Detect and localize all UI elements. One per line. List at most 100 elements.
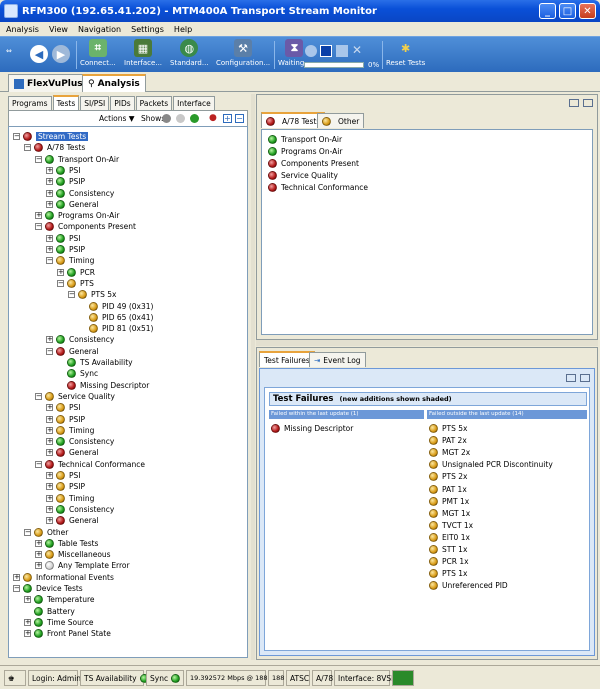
tree-node[interactable]: + Programs On-Air	[35, 210, 119, 221]
failures-restore-icon[interactable]	[566, 374, 576, 382]
expand-icon[interactable]: +	[46, 404, 53, 412]
expand-icon[interactable]: +	[46, 472, 53, 479]
expand-icon[interactable]: +	[35, 562, 42, 570]
tree-node[interactable]: − PTS	[57, 278, 94, 289]
tree-node[interactable]: + Timing	[46, 493, 94, 504]
tab-interface[interactable]: Interface	[173, 96, 215, 110]
tree-node[interactable]: + Temperature	[24, 594, 95, 605]
tab-tests[interactable]: Tests	[52, 95, 80, 110]
menu-settings[interactable]: Settings	[131, 25, 164, 34]
failure-item[interactable]: Unsignaled PCR Discontinuity	[429, 459, 553, 470]
tree-node[interactable]: − PTS 5x	[68, 289, 116, 300]
tree-node[interactable]: Missing Descriptor	[57, 380, 149, 391]
tree-node[interactable]: Battery	[24, 606, 75, 617]
expand-icon[interactable]: +	[24, 596, 31, 604]
tab-si-psi[interactable]: SI/PSI	[80, 96, 110, 110]
panel-menu-icon[interactable]	[583, 99, 593, 107]
collapse-icon[interactable]: −	[35, 155, 42, 163]
expand-icon[interactable]: +	[46, 438, 53, 446]
tab-programs[interactable]: Programs	[8, 96, 52, 110]
a78-summary-item[interactable]: Programs On-Air	[268, 146, 342, 157]
collapse-icon[interactable]: −	[24, 528, 31, 536]
tree-node[interactable]: + General	[46, 199, 99, 210]
tree-node[interactable]: + Informational Events	[13, 572, 114, 583]
expand-icon[interactable]: +	[13, 573, 20, 581]
expand-icon[interactable]: +	[46, 246, 53, 253]
failure-item[interactable]: EIT0 1x	[429, 532, 470, 543]
forward-icon[interactable]: ▶	[52, 45, 70, 63]
tree-node[interactable]: − Other	[24, 527, 68, 538]
reset-tests-button[interactable]: ✱ Reset Tests	[386, 39, 425, 68]
tree-node[interactable]: + PSIP	[46, 244, 85, 255]
tree-node[interactable]: + PSIP	[46, 414, 85, 425]
expand-icon[interactable]: +	[46, 166, 53, 174]
tree-node[interactable]: + PSIP	[46, 176, 85, 187]
tree-node[interactable]: + PSI	[46, 165, 81, 176]
collapse-icon[interactable]: −	[46, 347, 53, 355]
expand-icon[interactable]: +	[46, 449, 53, 457]
failure-item[interactable]: Unreferenced PID	[429, 580, 508, 591]
play-icon[interactable]	[305, 45, 317, 57]
a78-summary-item[interactable]: Service Quality	[268, 170, 338, 181]
expand-icon[interactable]: +	[46, 483, 53, 491]
tree-node[interactable]: + PCR	[57, 267, 95, 278]
expand-icon[interactable]: +	[46, 200, 53, 208]
tree-node[interactable]: − A/78 Tests	[24, 142, 85, 153]
expand-icon[interactable]: +	[35, 539, 42, 547]
tree-node[interactable]: PID 49 (0x31)	[79, 301, 153, 312]
tree-node[interactable]: + Miscellaneous	[35, 549, 111, 560]
expand-all-icon[interactable]: +	[223, 114, 232, 123]
failure-item[interactable]: PCR 1x	[429, 556, 469, 567]
back-icon[interactable]: ◀	[30, 45, 48, 63]
standard-button[interactable]: ◍ Standard...	[170, 39, 209, 67]
collapse-icon[interactable]: −	[57, 279, 64, 287]
dot-filter-icon[interactable]: ●	[209, 113, 217, 123]
tree-node[interactable]: + Front Panel State	[24, 628, 111, 639]
interface-button[interactable]: ▦ Interface...	[124, 39, 162, 67]
expand-icon[interactable]: +	[35, 551, 42, 559]
tab-pids[interactable]: PIDs	[110, 96, 135, 110]
failure-item[interactable]: TVCT 1x	[429, 520, 473, 531]
horizontal-splitter[interactable]	[256, 340, 598, 346]
tree-node[interactable]: + Any Template Error	[35, 560, 130, 571]
tree-node[interactable]: + PSI	[46, 402, 81, 413]
collapse-icon[interactable]: −	[13, 585, 20, 592]
expand-icon[interactable]: +	[46, 189, 53, 197]
expand-icon[interactable]: +	[46, 178, 53, 186]
collapse-icon[interactable]: −	[46, 257, 53, 265]
failure-item[interactable]: PMT 1x	[429, 496, 469, 507]
swap-icon[interactable]: ⇔	[6, 47, 12, 55]
collapse-icon[interactable]: −	[35, 223, 42, 231]
a78-summary-item[interactable]: Technical Conformance	[268, 182, 368, 193]
tree-node[interactable]: − Device Tests	[13, 583, 83, 594]
failure-item[interactable]: MGT 2x	[429, 447, 470, 458]
tab-analysis[interactable]: ⚲ Analysis	[82, 74, 146, 92]
show-all-icon[interactable]	[162, 114, 171, 123]
tree-node[interactable]: PID 81 (0x51)	[79, 323, 153, 334]
expand-icon[interactable]: +	[46, 336, 53, 344]
expand-icon[interactable]: +	[46, 494, 53, 502]
tab-packets[interactable]: Packets	[135, 96, 173, 110]
tree-node[interactable]: TS Availability	[57, 357, 133, 368]
tree-node[interactable]: PID 65 (0x41)	[79, 312, 153, 323]
show-passed-icon[interactable]	[190, 114, 199, 123]
expand-icon[interactable]: +	[24, 618, 31, 626]
tree-node[interactable]: − Timing	[46, 255, 94, 266]
cancel-icon[interactable]: ✕	[352, 43, 362, 57]
tree-node[interactable]: + PSIP	[46, 481, 85, 492]
expand-icon[interactable]: +	[35, 212, 42, 220]
tree-node[interactable]: + General	[46, 515, 99, 526]
menu-navigation[interactable]: Navigation	[78, 25, 121, 34]
configuration-button[interactable]: ⚒ Configuration...	[216, 39, 270, 67]
failure-item[interactable]: PAT 2x	[429, 435, 467, 446]
tab-test-failures[interactable]: Test Failures	[259, 351, 315, 367]
tree-node[interactable]: + PSI	[46, 470, 81, 481]
collapse-all-icon[interactable]: −	[235, 114, 244, 123]
tree-node[interactable]: − Transport On-Air	[35, 154, 119, 165]
record-icon[interactable]	[320, 45, 332, 57]
vertical-splitter[interactable]	[251, 94, 255, 660]
tree-node[interactable]: − General	[46, 346, 99, 357]
expand-icon[interactable]: +	[46, 517, 53, 525]
menu-analysis[interactable]: Analysis	[6, 25, 39, 34]
expand-icon[interactable]: +	[46, 234, 53, 242]
